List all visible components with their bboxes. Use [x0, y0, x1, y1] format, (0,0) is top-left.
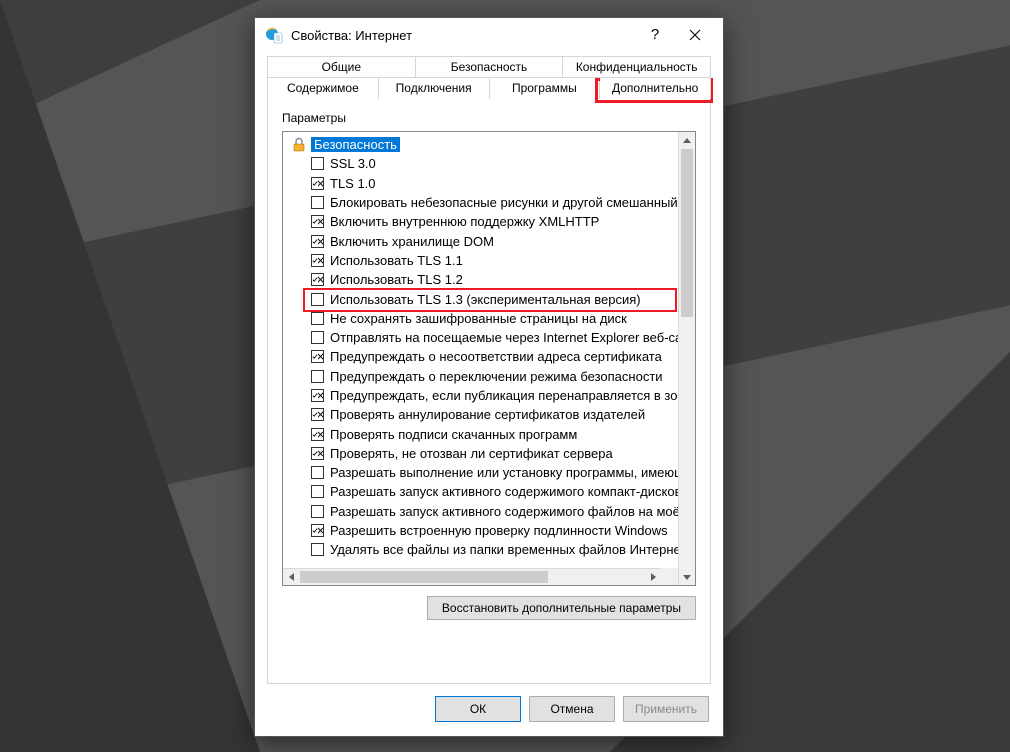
- tree-item[interactable]: Предупреждать, если публикация перенапра…: [285, 386, 678, 405]
- checkbox[interactable]: [311, 543, 324, 556]
- checkbox[interactable]: [311, 485, 324, 498]
- checkbox[interactable]: [311, 177, 324, 190]
- hscroll-thumb[interactable]: [300, 571, 548, 583]
- horizontal-scrollbar[interactable]: [283, 568, 661, 585]
- checkbox[interactable]: [311, 273, 324, 286]
- tree-item[interactable]: Предупреждать о переключении режима безо…: [285, 367, 678, 386]
- checkbox[interactable]: [311, 254, 324, 267]
- tree-item[interactable]: Проверять, не отозван ли сертификат серв…: [285, 444, 678, 463]
- vscroll-thumb[interactable]: [681, 149, 693, 317]
- checkbox[interactable]: [311, 370, 324, 383]
- tree-item-label: Не сохранять зашифрованные страницы на д…: [330, 311, 627, 326]
- tree-item-label: Использовать TLS 1.2: [330, 272, 463, 287]
- checkbox[interactable]: [311, 196, 324, 209]
- scroll-up-icon[interactable]: [679, 132, 695, 149]
- tree-item[interactable]: Разрешать выполнение или установку прогр…: [285, 463, 678, 482]
- close-icon: [689, 29, 701, 41]
- tree-section-security[interactable]: Безопасность: [285, 135, 678, 154]
- dialog-button-bar: ОК Отмена Применить: [255, 684, 723, 736]
- tree-item[interactable]: Отправлять на посещаемые через Internet …: [285, 328, 678, 347]
- vertical-scrollbar[interactable]: [678, 132, 695, 585]
- internet-options-icon: [265, 26, 283, 44]
- settings-groupbox-label: Параметры: [282, 111, 696, 125]
- tab-content[interactable]: Содержимое: [267, 77, 379, 99]
- tab-advanced[interactable]: Дополнительно: [600, 77, 711, 99]
- checkbox[interactable]: [311, 447, 324, 460]
- tab-page-advanced: Параметры Безопасность SSL 3.0 TLS 1.0 Блок…: [267, 99, 711, 684]
- checkbox[interactable]: [311, 428, 324, 441]
- tree-item[interactable]: Использовать TLS 1.2: [285, 270, 678, 289]
- tree-item[interactable]: Разрешить встроенную проверку подлинност…: [285, 521, 678, 540]
- checkbox[interactable]: [311, 408, 324, 421]
- scroll-right-icon[interactable]: [644, 569, 661, 585]
- tab-privacy[interactable]: Конфиденциальность: [563, 56, 711, 78]
- tree-item[interactable]: Блокировать небезопасные рисунки и друго…: [285, 193, 678, 212]
- tree-item[interactable]: Проверять аннулирование сертификатов изд…: [285, 405, 678, 424]
- tree-item-label: Предупреждать о переключении режима безо…: [330, 369, 663, 384]
- tree-item-label: TLS 1.0: [330, 176, 376, 191]
- tree-item-label: Предупреждать, если публикация перенапра…: [330, 388, 678, 403]
- tree-item-label: Проверять подписи скачанных программ: [330, 427, 577, 442]
- tree-item[interactable]: Использовать TLS 1.3 (экспериментальная …: [285, 289, 678, 308]
- checkbox[interactable]: [311, 293, 324, 306]
- restore-advanced-button[interactable]: Восстановить дополнительные параметры: [427, 596, 696, 620]
- tree-item[interactable]: Не сохранять зашифрованные страницы на д…: [285, 309, 678, 328]
- tree-item[interactable]: Удалять все файлы из папки временных фай…: [285, 540, 678, 559]
- tree-item-label: Включить внутреннюю поддержку XMLHTTP: [330, 214, 599, 229]
- tree-item-label: Разрешать запуск активного содержимого к…: [330, 484, 678, 499]
- tab-general[interactable]: Общие: [267, 56, 416, 78]
- settings-tree[interactable]: Безопасность SSL 3.0 TLS 1.0 Блокировать не…: [282, 131, 696, 586]
- scroll-left-icon[interactable]: [283, 569, 300, 585]
- tab-security[interactable]: Безопасность: [416, 56, 564, 78]
- tree-item[interactable]: TLS 1.0: [285, 174, 678, 193]
- tree-item-label: Блокировать небезопасные рисунки и друго…: [330, 195, 678, 210]
- checkbox[interactable]: [311, 389, 324, 402]
- close-button[interactable]: [675, 20, 715, 50]
- help-button[interactable]: ?: [635, 20, 675, 50]
- tree-item-label: Разрешать выполнение или установку прогр…: [330, 465, 678, 480]
- checkbox[interactable]: [311, 157, 324, 170]
- tree-item-label: SSL 3.0: [330, 156, 376, 171]
- tab-programs[interactable]: Программы: [490, 77, 601, 99]
- tree-item-label: Разрешать запуск активного содержимого ф…: [330, 504, 678, 519]
- checkbox[interactable]: [311, 505, 324, 518]
- checkbox[interactable]: [311, 331, 324, 344]
- apply-button[interactable]: Применить: [623, 696, 709, 722]
- checkbox[interactable]: [311, 312, 324, 325]
- cancel-button[interactable]: Отмена: [529, 696, 615, 722]
- ok-button[interactable]: ОК: [435, 696, 521, 722]
- tab-strip: Общие Безопасность Конфиденциальность Со…: [267, 56, 711, 99]
- checkbox[interactable]: [311, 524, 324, 537]
- section-security-label: Безопасность: [311, 137, 400, 152]
- tree-item-label: Проверять аннулирование сертификатов изд…: [330, 407, 645, 422]
- tree-item[interactable]: Разрешать запуск активного содержимого ф…: [285, 502, 678, 521]
- dialog-title: Свойства: Интернет: [291, 28, 635, 43]
- tree-item-label: Удалять все файлы из папки временных фай…: [330, 542, 678, 557]
- tree-item[interactable]: Разрешать запуск активного содержимого к…: [285, 482, 678, 501]
- titlebar[interactable]: Свойства: Интернет ?: [255, 18, 723, 52]
- checkbox[interactable]: [311, 215, 324, 228]
- tree-item-label: Проверять, не отозван ли сертификат серв…: [330, 446, 613, 461]
- tree-item-label: Использовать TLS 1.1: [330, 253, 463, 268]
- checkbox[interactable]: [311, 350, 324, 363]
- checkbox[interactable]: [311, 466, 324, 479]
- tab-connections[interactable]: Подключения: [379, 77, 490, 99]
- tree-item[interactable]: Использовать TLS 1.1: [285, 251, 678, 270]
- tree-item[interactable]: Предупреждать о несоответствии адреса се…: [285, 347, 678, 366]
- tree-item-label: Разрешить встроенную проверку подлинност…: [330, 523, 668, 538]
- tree-item-label: Предупреждать о несоответствии адреса се…: [330, 349, 662, 364]
- tree-item[interactable]: Проверять подписи скачанных программ: [285, 424, 678, 443]
- lock-icon: [291, 137, 307, 153]
- tree-item[interactable]: Включить хранилище DOM: [285, 231, 678, 250]
- checkbox[interactable]: [311, 235, 324, 248]
- internet-properties-dialog: Свойства: Интернет ? Общие Безопасность …: [254, 17, 724, 737]
- tree-item-label: Отправлять на посещаемые через Internet …: [330, 330, 678, 345]
- scrollbar-corner: [661, 568, 678, 585]
- tree-item[interactable]: SSL 3.0: [285, 154, 678, 173]
- tree-item[interactable]: Включить внутреннюю поддержку XMLHTTP: [285, 212, 678, 231]
- tree-item-label: Использовать TLS 1.3 (экспериментальная …: [330, 292, 641, 307]
- scroll-down-icon[interactable]: [679, 568, 695, 585]
- tree-item-label: Включить хранилище DOM: [330, 234, 494, 249]
